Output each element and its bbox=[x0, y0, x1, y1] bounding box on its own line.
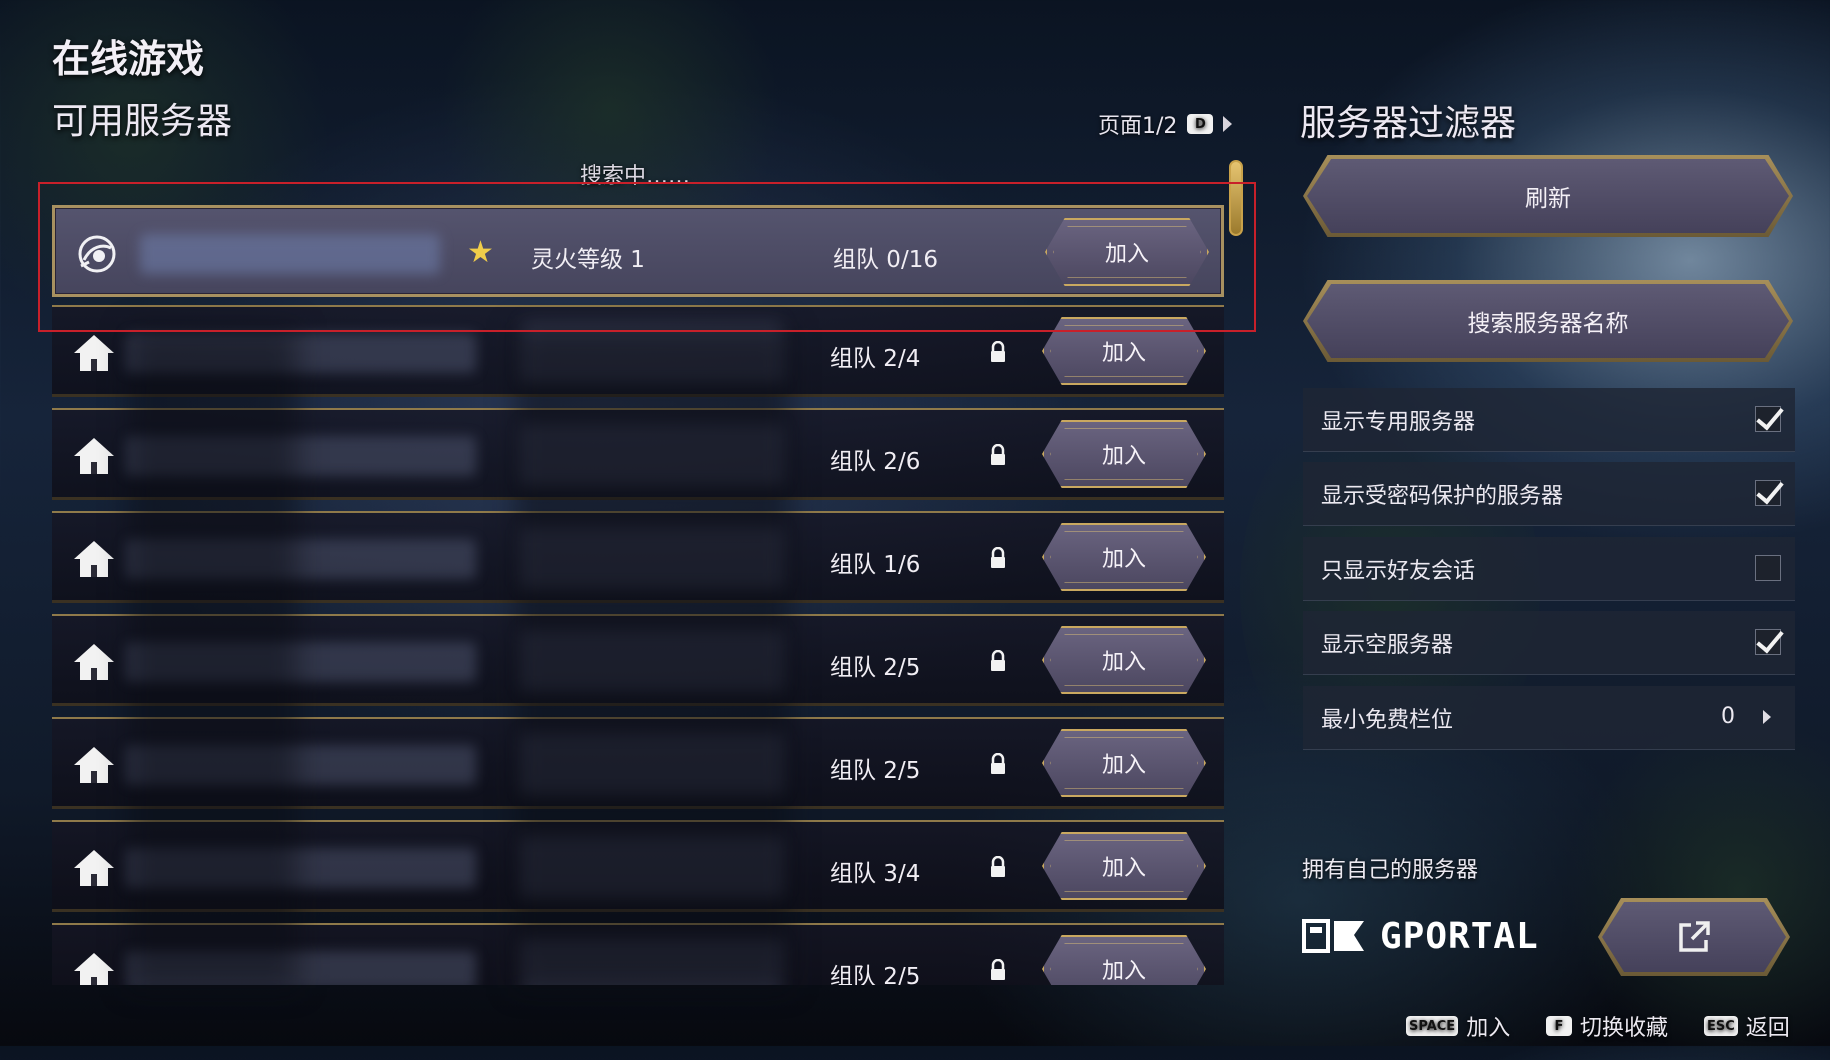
checkbox-password[interactable] bbox=[1755, 480, 1781, 506]
home-icon bbox=[74, 438, 114, 474]
esc-key-icon: ESC bbox=[1704, 1016, 1738, 1036]
join-button[interactable]: 加入 bbox=[1042, 832, 1206, 900]
join-button-label: 加入 bbox=[1101, 650, 1146, 675]
gportal-logo: GPORTAL bbox=[1302, 916, 1539, 957]
next-page-key-hint: D bbox=[1187, 114, 1214, 134]
own-server-label: 拥有自己的服务器 bbox=[1302, 858, 1479, 883]
join-button[interactable]: 加入 bbox=[1042, 626, 1206, 694]
player-count: 组队 1/6 bbox=[830, 552, 921, 578]
join-button[interactable]: 加入 bbox=[1042, 420, 1206, 488]
join-button[interactable]: 加入 bbox=[1042, 729, 1206, 797]
filter-min-free-slots[interactable]: 最小免费栏位 0 bbox=[1303, 686, 1795, 750]
home-icon bbox=[74, 644, 114, 680]
join-button-label: 加入 bbox=[1101, 547, 1146, 572]
home-icon bbox=[74, 335, 114, 371]
join-button[interactable]: 加入 bbox=[1042, 523, 1206, 591]
footer-back-label: 返回 bbox=[1745, 1016, 1790, 1041]
player-count: 组队 2/4 bbox=[830, 346, 921, 372]
filter-label: 最小免费栏位 bbox=[1321, 707, 1454, 733]
filter-label: 显示专用服务器 bbox=[1321, 409, 1476, 435]
footer-hint-join[interactable]: SPACE 加入 bbox=[1406, 1010, 1510, 1042]
search-server-name-label: 搜索服务器名称 bbox=[1467, 311, 1629, 337]
join-button-label: 加入 bbox=[1101, 856, 1146, 881]
checkbox-empty[interactable] bbox=[1755, 629, 1781, 655]
gportal-mark-icon bbox=[1302, 918, 1364, 953]
footer-hint-favorite[interactable]: F 切换收藏 bbox=[1546, 1010, 1668, 1042]
filter-label: 显示空服务器 bbox=[1321, 632, 1454, 658]
next-page-arrow-icon[interactable] bbox=[1223, 116, 1233, 132]
filter-label: 只显示好友会话 bbox=[1321, 558, 1476, 584]
redaction-blur bbox=[515, 328, 790, 988]
join-button[interactable]: 加入 bbox=[1042, 935, 1206, 985]
player-count: 组队 2/5 bbox=[830, 655, 921, 681]
home-icon bbox=[74, 541, 114, 577]
filter-label: 显示受密码保护的服务器 bbox=[1321, 483, 1564, 509]
player-count: 组队 2/6 bbox=[830, 449, 921, 475]
external-link-button[interactable] bbox=[1602, 902, 1786, 972]
footer-join-label: 加入 bbox=[1466, 1016, 1511, 1041]
available-servers-heading: 可用服务器 bbox=[52, 101, 233, 142]
checkbox-dedicated[interactable] bbox=[1755, 406, 1781, 432]
external-link-icon bbox=[1679, 921, 1710, 952]
min-free-slots-value: 0 bbox=[1721, 704, 1735, 729]
player-count: 组队 2/5 bbox=[830, 758, 921, 784]
lock-icon bbox=[991, 856, 1005, 877]
player-count: 组队 3/4 bbox=[830, 861, 921, 887]
pagination[interactable]: 页面1/2 D bbox=[1098, 108, 1233, 140]
lock-icon bbox=[991, 444, 1005, 465]
join-button-label: 加入 bbox=[1101, 341, 1146, 366]
lock-icon bbox=[991, 959, 1005, 980]
search-server-name-button[interactable]: 搜索服务器名称 bbox=[1307, 284, 1789, 358]
filter-show-password[interactable]: 显示受密码保护的服务器 bbox=[1303, 462, 1795, 526]
f-key-icon: F bbox=[1546, 1016, 1572, 1036]
footer-hint-back[interactable]: ESC 返回 bbox=[1704, 1010, 1790, 1042]
footer-favorite-label: 切换收藏 bbox=[1580, 1016, 1669, 1041]
page-title: 在线游戏 bbox=[52, 37, 205, 81]
home-icon bbox=[74, 747, 114, 783]
home-icon bbox=[74, 953, 114, 985]
filter-show-empty[interactable]: 显示空服务器 bbox=[1303, 611, 1795, 675]
lock-icon bbox=[991, 547, 1005, 568]
filter-show-dedicated[interactable]: 显示专用服务器 bbox=[1303, 388, 1795, 452]
lock-icon bbox=[991, 753, 1005, 774]
checkbox-friends[interactable] bbox=[1755, 555, 1781, 581]
redaction-blur bbox=[128, 328, 298, 988]
join-button-label: 加入 bbox=[1101, 959, 1146, 984]
join-button-label: 加入 bbox=[1101, 753, 1146, 778]
selection-highlight bbox=[38, 182, 1256, 332]
refresh-button-label: 刷新 bbox=[1525, 186, 1571, 212]
join-button-label: 加入 bbox=[1101, 444, 1146, 469]
player-count: 组队 2/5 bbox=[830, 964, 921, 985]
server-filter-heading: 服务器过滤器 bbox=[1300, 103, 1517, 144]
space-key-icon: SPACE bbox=[1406, 1016, 1459, 1036]
refresh-button[interactable]: 刷新 bbox=[1307, 159, 1789, 233]
filter-friends-only[interactable]: 只显示好友会话 bbox=[1303, 537, 1795, 601]
lock-icon bbox=[991, 341, 1005, 362]
page-indicator: 页面1/2 bbox=[1098, 114, 1178, 139]
chevron-right-icon[interactable] bbox=[1763, 710, 1771, 724]
gportal-brand: GPORTAL bbox=[1380, 916, 1539, 957]
home-icon bbox=[74, 850, 114, 886]
lock-icon bbox=[991, 650, 1005, 671]
